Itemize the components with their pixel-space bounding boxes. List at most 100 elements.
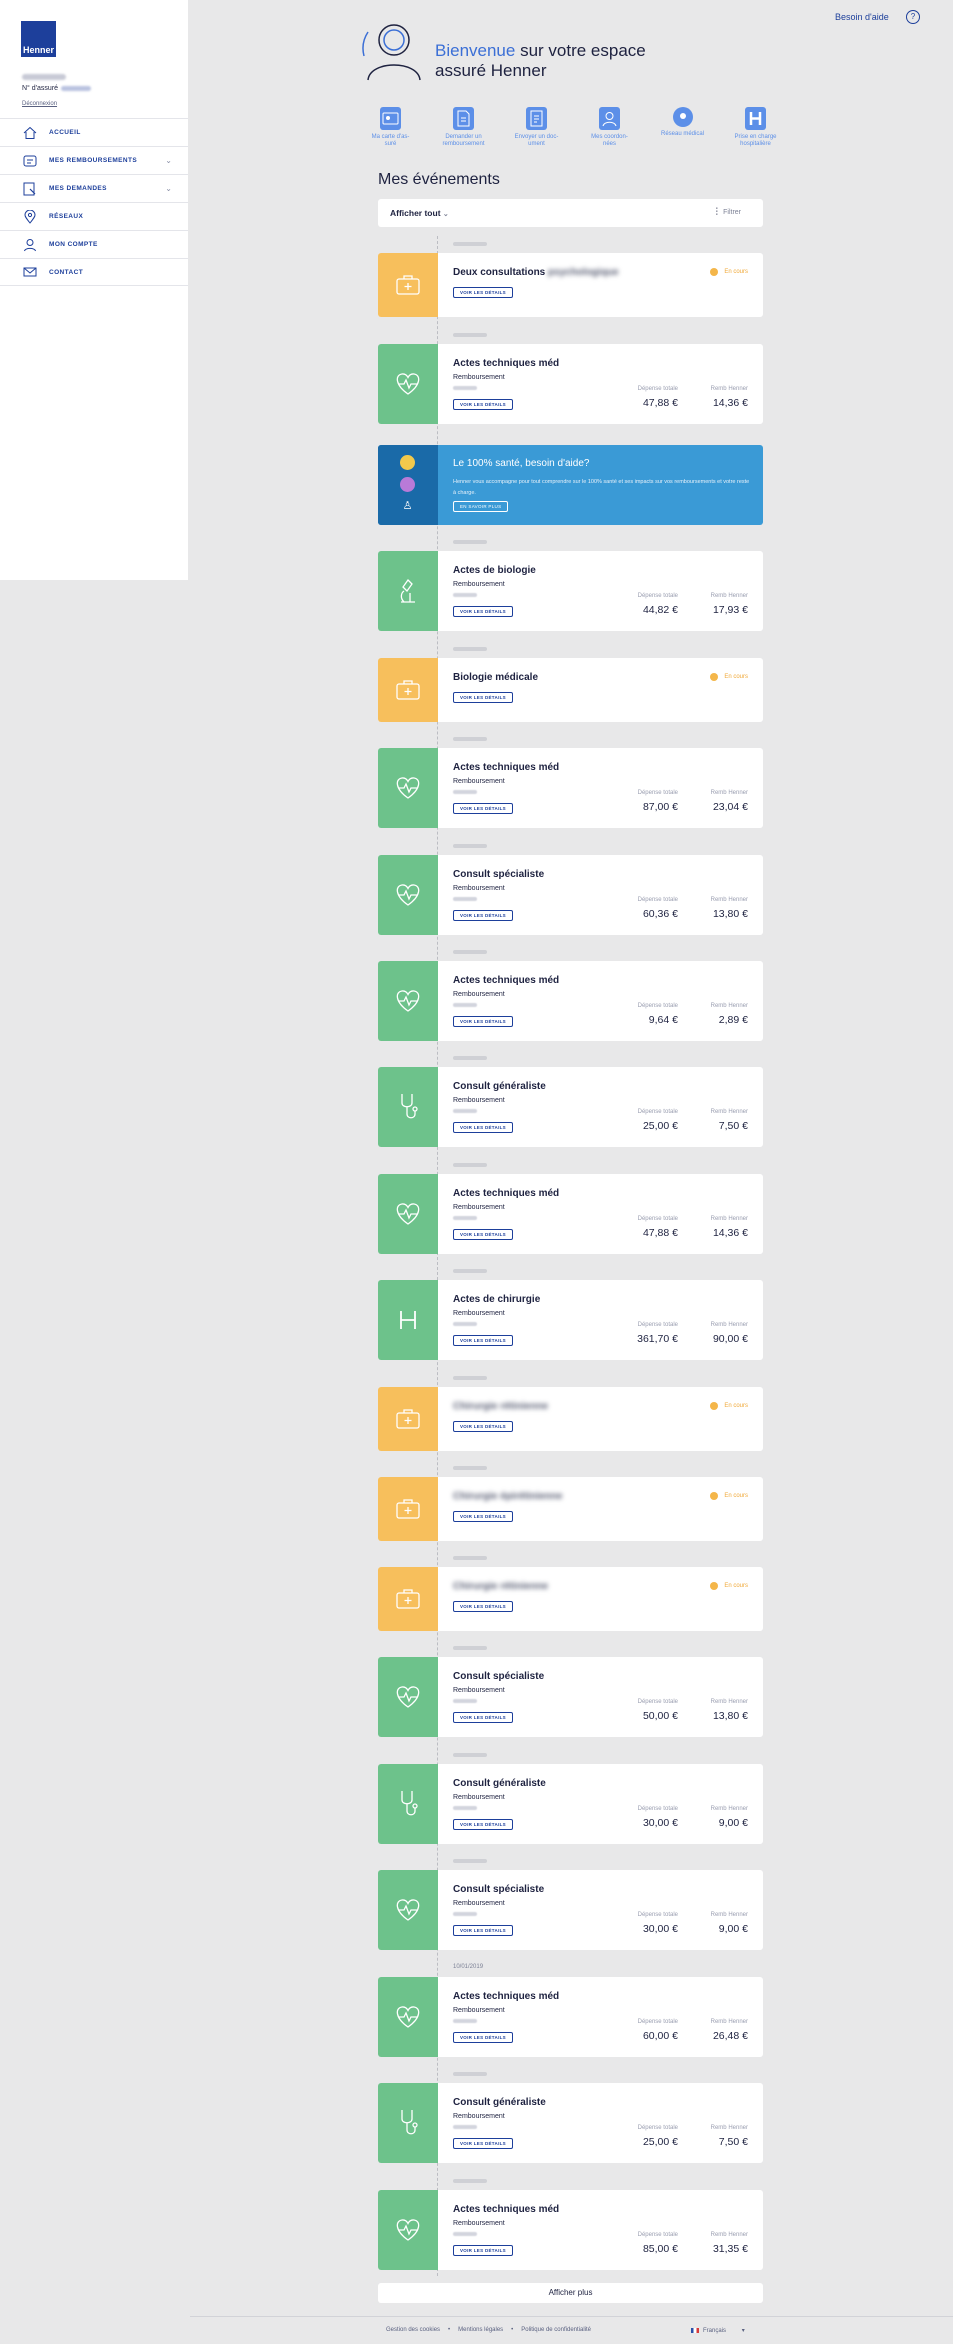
details-button[interactable]: VOIR LES DÉTAILS (453, 1819, 513, 1830)
location-icon (22, 209, 38, 225)
event-card: Consult spécialiste Remboursement VOIR LES… (378, 1657, 763, 1737)
chevron-down-icon: ⌄ (442, 211, 449, 218)
event-title: Actes de chirurgie (453, 1294, 540, 1305)
spent-value: 60,00 € (642, 2030, 678, 2042)
details-button[interactable]: VOIR LES DÉTAILS (453, 287, 513, 298)
event-care-date (453, 2019, 477, 2023)
member-number: N° d'assuré (22, 85, 92, 92)
sidebar-item-accueil[interactable]: ACCUEIL (0, 118, 188, 146)
event-title: Actes techniques méd (453, 2204, 559, 2215)
details-button[interactable]: VOIR LES DÉTAILS (453, 1601, 513, 1612)
event-date: 10/01/2019 (453, 1964, 484, 1970)
sidebar-item-remboursements[interactable]: MES REMBOURSEMENTS ⌄ (0, 146, 188, 174)
promo-button[interactable]: EN SAVOIR PLUS (453, 501, 509, 512)
glasses-icon (400, 455, 415, 470)
help-icon[interactable]: ? (906, 10, 920, 24)
quick-action-label: Demander un (445, 134, 482, 140)
reimbursement-label: Remb Henner (710, 2232, 748, 2238)
event-subtitle: Remboursement (453, 885, 505, 892)
quick-action-network[interactable]: Réseau médical (646, 107, 719, 148)
footer-link-cookies[interactable]: Gestion des cookies (386, 2327, 440, 2333)
receipt-icon (22, 153, 38, 169)
status-badge: En cours (710, 1582, 748, 1590)
filter-select[interactable]: Afficher tout ⌄ (390, 208, 449, 218)
event-date (453, 844, 487, 848)
sidebar: Henner N° d'assuré Déconnexion ACCUEIL M… (0, 0, 188, 580)
welcome-highlight: Bienvenue (435, 41, 516, 60)
event-subtitle: Remboursement (453, 2220, 505, 2227)
details-button[interactable]: VOIR LES DÉTAILS (453, 1925, 513, 1936)
microscope-icon (378, 551, 438, 631)
heart-pulse-icon (378, 855, 438, 935)
details-button[interactable]: VOIR LES DÉTAILS (453, 2032, 513, 2043)
reimbursement-value: 2,89 € (718, 1014, 748, 1026)
event-title-text: Biologie médicale (453, 672, 539, 683)
event-care-date (453, 790, 477, 794)
show-more-button[interactable]: Afficher plus (378, 2283, 763, 2303)
event-date (453, 1056, 487, 1060)
quick-action-hospital[interactable]: Prise en charge hospitalière (719, 107, 792, 148)
help-link[interactable]: Besoin d'aide (835, 12, 889, 22)
quick-action-card[interactable]: Ma carte d'as-suré (354, 107, 427, 148)
event-title-hidden: psychologique (548, 267, 619, 278)
footer-link-legal[interactable]: Mentions légales (458, 2327, 503, 2333)
sidebar-item-demandes[interactable]: MES DEMANDES ⌄ (0, 174, 188, 202)
details-button[interactable]: VOIR LES DÉTAILS (453, 1712, 513, 1723)
welcome-title: Bienvenue sur votre espace assuré Henner (435, 41, 646, 81)
chevron-down-icon: ▾ (741, 2328, 745, 2334)
promo-banner: ♙ Le 100% santé, besoin d'aide? Henner v… (378, 445, 763, 525)
sidebar-item-reseaux[interactable]: RÉSEAUX (0, 202, 188, 230)
details-button[interactable]: VOIR LES DÉTAILS (453, 910, 513, 921)
event-subtitle: Remboursement (453, 1204, 505, 1211)
footer-link-privacy[interactable]: Politique de confidentialité (521, 2327, 591, 2333)
reimbursement-value: 90,00 € (712, 1333, 748, 1345)
details-button[interactable]: VOIR LES DÉTAILS (453, 2245, 513, 2256)
event-date (453, 333, 487, 337)
stethoscope-icon (378, 2083, 438, 2163)
event-title: Biologie médicale (453, 672, 538, 683)
filter-button[interactable]: Filtrer (723, 209, 741, 216)
chevron-down-icon[interactable]: ⌄ (165, 184, 172, 193)
reimbursement-value: 7,50 € (718, 1120, 748, 1132)
details-button[interactable]: VOIR LES DÉTAILS (453, 1335, 513, 1346)
logout-link[interactable]: Déconnexion (22, 101, 57, 107)
reimbursement-value: 13,80 € (712, 908, 748, 920)
status-badge: En cours (710, 268, 748, 276)
details-button[interactable]: VOIR LES DÉTAILS (453, 1511, 513, 1522)
sidebar-item-contact[interactable]: CONTACT (0, 258, 188, 286)
details-button[interactable]: VOIR LES DÉTAILS (453, 399, 513, 410)
tooth-icon: ♙ (402, 500, 413, 512)
quick-action-label: Envoyer un doc- (514, 134, 559, 140)
henner-logo[interactable]: Henner (21, 21, 56, 57)
details-button[interactable]: VOIR LES DÉTAILS (453, 1421, 513, 1432)
quick-action-send-document[interactable]: Envoyer un doc-ument (500, 107, 573, 148)
details-button[interactable]: VOIR LES DÉTAILS (453, 1122, 513, 1133)
quick-action-reimbursement[interactable]: Demander un remboursement (427, 107, 500, 148)
spent-label: Dépense totale (637, 2232, 678, 2238)
spent-label: Dépense totale (637, 1322, 678, 1328)
event-date (453, 1556, 487, 1560)
user-name (22, 74, 66, 80)
language-select[interactable]: Français ▾ (691, 2327, 745, 2334)
sidebar-item-compte[interactable]: MON COMPTE (0, 230, 188, 258)
avatar-illustration (362, 16, 424, 82)
details-button[interactable]: VOIR LES DÉTAILS (453, 692, 513, 703)
event-title: Consult spécialiste (453, 1671, 544, 1682)
details-button[interactable]: VOIR LES DÉTAILS (453, 1016, 513, 1027)
event-title: Deux consultations psychologique (453, 267, 619, 278)
quick-action-coordinates[interactable]: Mes coordon-nées (573, 107, 646, 148)
details-button[interactable]: VOIR LES DÉTAILS (453, 803, 513, 814)
details-button[interactable]: VOIR LES DÉTAILS (453, 2138, 513, 2149)
reimbursement-label: Remb Henner (710, 1216, 748, 1222)
status-badge: En cours (710, 1492, 748, 1500)
event-title-text: Consult spécialiste (453, 1671, 545, 1682)
event-care-date (453, 2125, 477, 2129)
chevron-down-icon[interactable]: ⌄ (165, 156, 172, 165)
spent-value: 30,00 € (642, 1923, 678, 1935)
stethoscope-icon (378, 1067, 438, 1147)
sliders-icon[interactable]: ⫶ (716, 207, 719, 218)
event-care-date (453, 1109, 477, 1113)
details-button[interactable]: VOIR LES DÉTAILS (453, 606, 513, 617)
event-title-text: Actes techniques méd (453, 1991, 560, 2002)
details-button[interactable]: VOIR LES DÉTAILS (453, 1229, 513, 1240)
